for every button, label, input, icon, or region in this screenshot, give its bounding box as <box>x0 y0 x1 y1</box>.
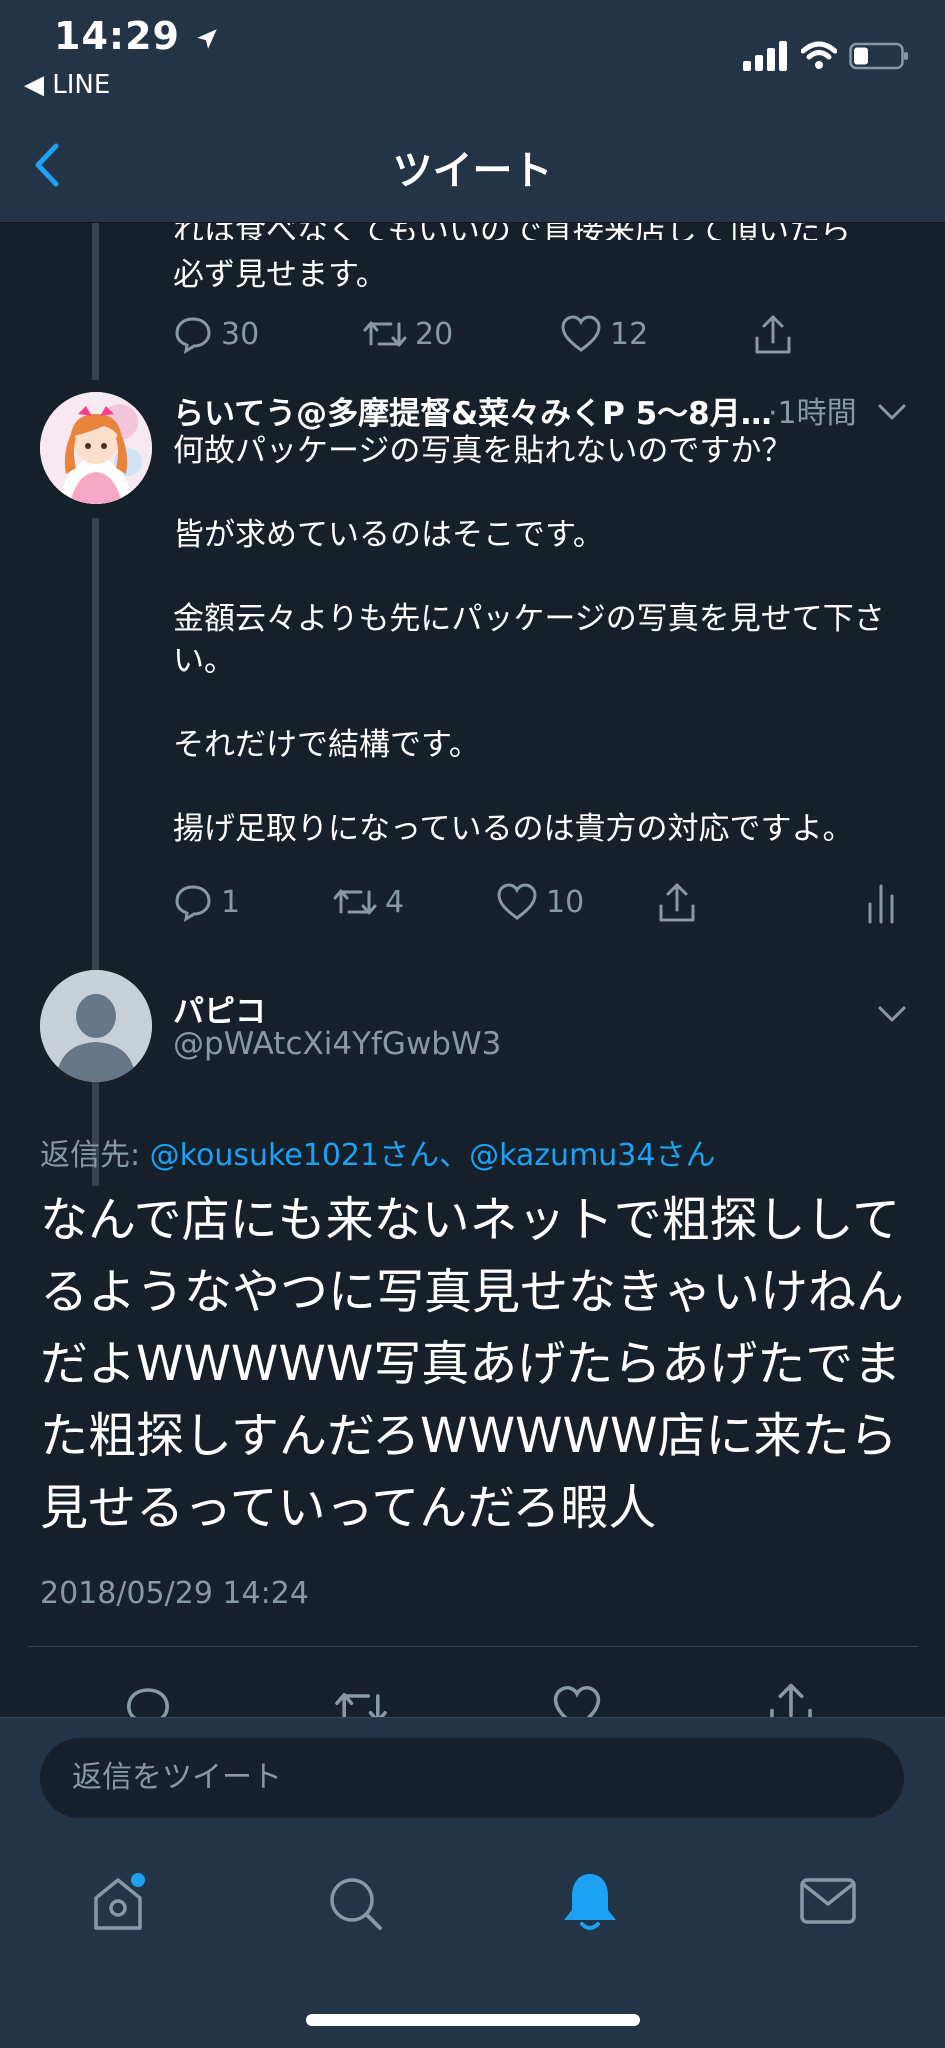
home-icon <box>94 1873 145 1930</box>
reply-icon <box>175 885 211 922</box>
reply-reply-count: 1 <box>221 884 241 920</box>
home-indicator[interactable] <box>306 2014 640 2026</box>
chevron-down-icon[interactable] <box>874 394 910 430</box>
share-icon <box>659 883 695 922</box>
retweet-icon <box>363 321 407 347</box>
prev-like-button[interactable]: 12 <box>560 314 648 354</box>
author-handle[interactable]: @pWAtcXi4YfGwbW3 <box>173 1026 501 1062</box>
status-time: 14:29 <box>54 14 220 58</box>
share-icon <box>755 315 791 354</box>
wifi-icon <box>801 41 837 69</box>
reply-input[interactable]: 返信をツイート <box>40 1738 904 1818</box>
reply-paragraph: 金額云々よりも先にパッケージの写真を見せて下さい。 <box>173 601 885 679</box>
reply-like-button[interactable]: 10 <box>496 882 584 922</box>
reply-paragraph: 揚げ足取りになっているのは貴方の対応ですよ。 <box>173 811 854 847</box>
analytics-button[interactable] <box>866 882 904 924</box>
thread-line <box>92 222 99 380</box>
tweet-thread[interactable]: れは食べなくてもいいので直接来店して頂いたら 必ず見せます。 30 20 12 <box>0 222 945 1717</box>
tab-home[interactable] <box>88 1872 148 1938</box>
status-icons <box>743 36 909 76</box>
reply-prefix: 返信先: <box>40 1138 150 1173</box>
prev-like-count: 12 <box>610 316 649 352</box>
reply-bar: 返信をツイート <box>0 1717 945 1833</box>
prev-tweet-text: 必ず見せます。 <box>173 257 387 293</box>
author-name[interactable]: パピコ <box>173 986 266 1031</box>
reply-icon[interactable] <box>124 1684 172 1717</box>
divider <box>28 1646 918 1647</box>
analytics-icon <box>868 884 894 924</box>
tab-search[interactable] <box>326 1872 386 1938</box>
avatar[interactable] <box>40 392 152 504</box>
reply-time: ·1時間 <box>768 396 857 431</box>
notifications-icon <box>564 1874 616 1930</box>
prev-retweet-count: 20 <box>415 316 454 352</box>
reply-paragraph: 何故パッケージの写真を貼れないのですか？ <box>173 433 793 469</box>
retweet-icon <box>333 889 377 915</box>
chevron-down-icon[interactable] <box>874 996 910 1032</box>
tab-notifications[interactable] <box>560 1870 620 1938</box>
top-bar: 14:29 ◀ LINE ツイート <box>0 0 945 223</box>
default-avatar-icon <box>40 970 152 1082</box>
reply-paragraph: 皆が求めているのはそこです。 <box>173 517 604 553</box>
search-icon <box>330 1878 382 1930</box>
location-arrow-icon <box>197 28 217 49</box>
tab-messages[interactable] <box>798 1874 858 1932</box>
reply-author-name[interactable]: らいてう@多摩提督&菜々みくP 5〜8月… <box>173 388 793 433</box>
share-icon[interactable] <box>766 1682 816 1717</box>
page-title: ツイート <box>392 148 553 194</box>
heart-icon <box>561 315 601 352</box>
reply-context: 返信先: @kousuke1021さん、@kazumu34さん <box>40 1130 715 1174</box>
reply-paragraph: それだけで結構です。 <box>173 727 480 763</box>
reply-to-mentions[interactable]: @kousuke1021さん、@kazumu34さん <box>150 1138 716 1173</box>
retweet-icon[interactable] <box>334 1684 388 1717</box>
prev-retweet-button[interactable]: 20 <box>363 314 453 354</box>
reply-icon <box>175 317 211 354</box>
prev-reply-count: 30 <box>221 316 260 352</box>
prev-tweet-text-partial: れは食べなくてもいいので直接来店して頂いたら <box>173 222 851 240</box>
heart-icon <box>497 883 537 920</box>
messages-icon <box>800 1878 856 1924</box>
reply-reply-button[interactable]: 1 <box>173 882 240 922</box>
prev-share-button[interactable] <box>752 314 802 356</box>
reply-retweet-button[interactable]: 4 <box>333 882 404 922</box>
avatar-illustration <box>40 392 152 504</box>
heart-icon[interactable] <box>552 1684 602 1717</box>
reply-share-button[interactable] <box>656 882 706 924</box>
avatar[interactable] <box>40 970 152 1082</box>
status-time-text: 14:29 <box>54 14 180 58</box>
prev-reply-button[interactable]: 30 <box>173 314 259 354</box>
tweet-timestamp: 2018/05/29 14:24 <box>40 1576 309 1611</box>
reply-retweet-count: 4 <box>385 884 405 920</box>
cellular-signal-icon <box>743 41 787 71</box>
reply-like-count: 10 <box>546 884 585 920</box>
thread-line <box>92 518 99 1186</box>
back-to-line-link[interactable]: ◀ LINE <box>24 70 110 100</box>
battery-icon <box>849 42 908 70</box>
main-tweet-text: なんで店にも来ないネットで粗探ししてるようなやつに写真見せなきゃいけねんだよWW… <box>40 1192 905 1536</box>
